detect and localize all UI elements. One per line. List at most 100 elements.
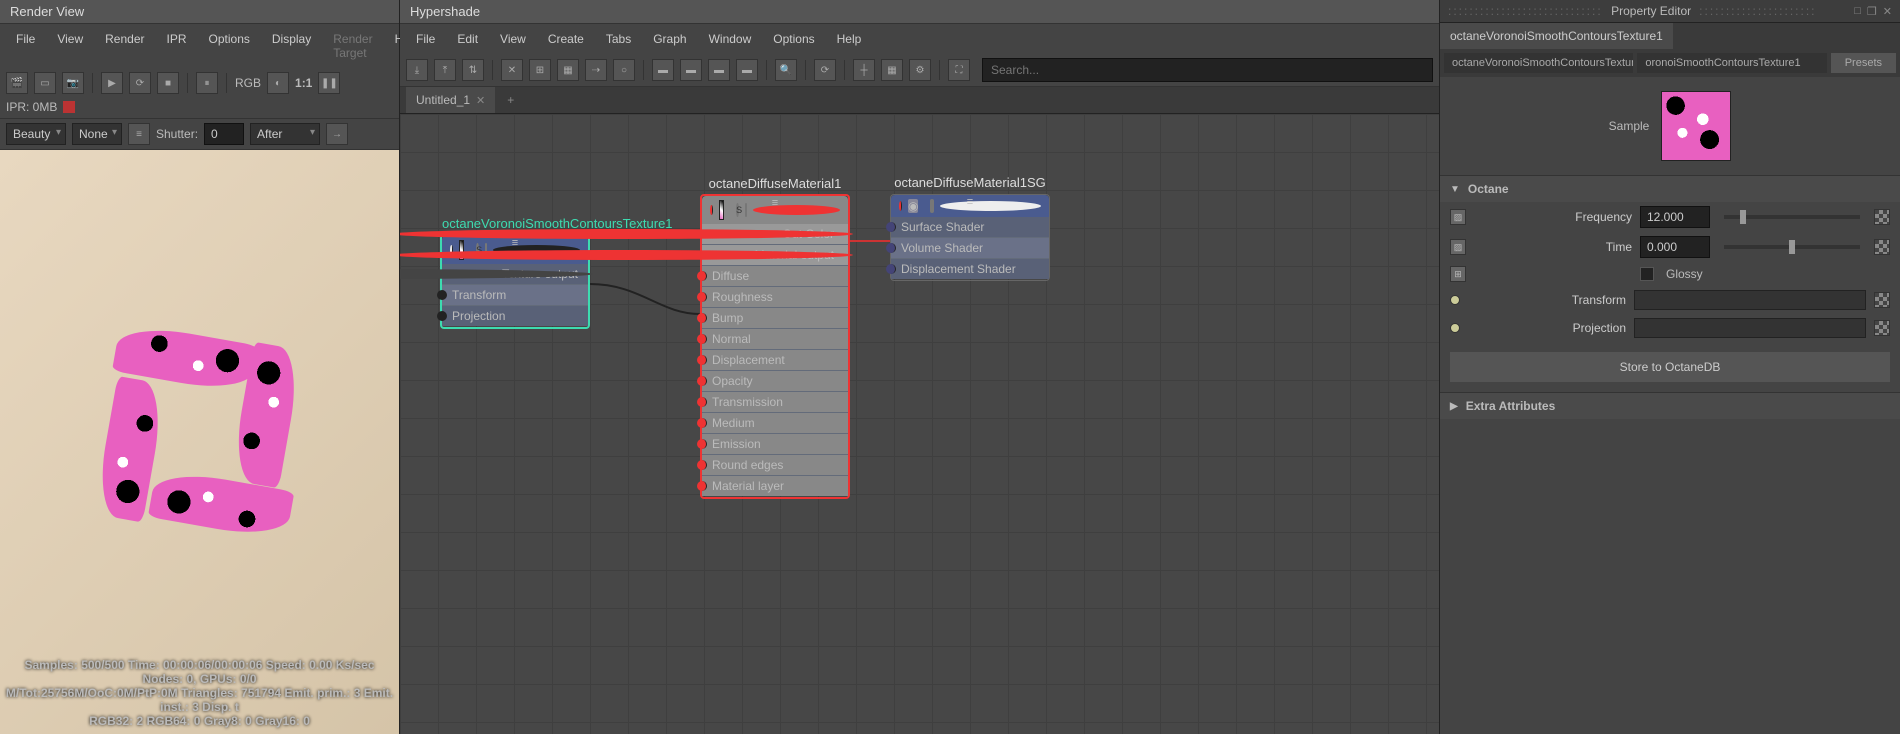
refresh-icon[interactable]: ⟳ — [814, 59, 836, 81]
graph-in-icon[interactable]: ⤓ — [406, 59, 428, 81]
output-port[interactable] — [400, 229, 853, 239]
maximize-icon[interactable]: □ — [1854, 5, 1861, 18]
hs-menu-create[interactable]: Create — [538, 28, 594, 50]
pause-icon[interactable]: ❚❚ — [318, 72, 340, 94]
map-button-icon[interactable] — [1874, 320, 1890, 336]
solo-4-icon[interactable]: ▬ — [736, 59, 758, 81]
connected-icon[interactable] — [1450, 295, 1460, 305]
zoom-icon[interactable]: 🔍 — [775, 59, 797, 81]
menu-render[interactable]: Render — [95, 28, 154, 64]
node-input-row[interactable]: Medium — [702, 413, 848, 433]
input-port[interactable] — [697, 418, 707, 428]
input-port[interactable] — [886, 264, 896, 274]
ipr-start-icon[interactable]: ▶ — [101, 72, 123, 94]
exposure-icon[interactable]: ◐ — [267, 72, 289, 94]
pass-dropdown[interactable]: Beauty — [6, 123, 66, 145]
solo-3-icon[interactable]: ▬ — [708, 59, 730, 81]
node-material-header[interactable] — [702, 196, 848, 224]
close-tab-icon[interactable]: ✕ — [476, 94, 485, 107]
time-input[interactable]: 0.000 — [1640, 236, 1710, 258]
output-port[interactable] — [400, 250, 853, 260]
node-shading-group[interactable]: octaneDiffuseMaterial1SG ◉ Surface Shade… — [890, 194, 1050, 281]
frequency-slider[interactable] — [1724, 215, 1860, 219]
node-output-row[interactable]: Material output — [702, 245, 848, 265]
frame-icon[interactable]: ▭ — [34, 72, 56, 94]
hs-menu-edit[interactable]: Edit — [447, 28, 488, 50]
expand-icon[interactable]: ⛶ — [948, 59, 970, 81]
after-dropdown[interactable]: After — [250, 123, 320, 145]
node-input-row[interactable]: Transmission — [702, 392, 848, 412]
add-tab-button[interactable]: + — [497, 87, 524, 113]
node-graph[interactable]: octaneVoronoiSmoothContoursTexture1 Text… — [400, 114, 1439, 734]
hs-menu-file[interactable]: File — [406, 28, 445, 50]
frequency-input[interactable]: 12.000 — [1640, 206, 1710, 228]
arrow-right-icon[interactable]: → — [326, 123, 348, 145]
menu-ipr[interactable]: IPR — [157, 28, 197, 64]
input-port[interactable] — [697, 460, 707, 470]
input-port[interactable] — [697, 334, 707, 344]
node-input-row[interactable]: Transform — [442, 285, 588, 305]
input-port[interactable] — [697, 355, 707, 365]
ipr-stop-icon[interactable]: ■ — [157, 72, 179, 94]
node-material[interactable]: octaneDiffuseMaterial1 Out Color Materia… — [700, 194, 850, 499]
map-button-icon[interactable] — [1874, 239, 1890, 255]
transform-input[interactable] — [1634, 290, 1866, 310]
drag-handle-icon[interactable]: ::::::::::::::::::::::::::::::::::::::::… — [1448, 4, 1603, 18]
input-port[interactable] — [886, 243, 896, 253]
store-to-octanedb-button[interactable]: Store to OctaneDB — [1450, 352, 1890, 382]
menu-view[interactable]: View — [47, 28, 93, 64]
map-button-icon[interactable] — [1874, 292, 1890, 308]
gear-icon[interactable]: ⚙ — [909, 59, 931, 81]
node-input-row[interactable]: Material layer — [702, 476, 848, 496]
node-input-row[interactable]: Diffuse — [702, 266, 848, 286]
ipr-pause-icon[interactable]: ⏸ — [196, 72, 218, 94]
layer-dropdown[interactable]: None — [72, 123, 122, 145]
solo-1-icon[interactable]: ▬ — [652, 59, 674, 81]
input-port[interactable] — [697, 439, 707, 449]
clear-icon[interactable]: ✕ — [501, 59, 523, 81]
node-input-row[interactable]: Emission — [702, 434, 848, 454]
sample-swatch[interactable] — [1661, 91, 1731, 161]
graph-out-icon[interactable]: ⤒ — [434, 59, 456, 81]
snapshot-icon[interactable]: 📷 — [62, 72, 84, 94]
list-icon[interactable]: ≡ — [128, 123, 150, 145]
render-viewport[interactable]: Samples: 500/500 Time: 00:00:06/00:00:06… — [0, 150, 399, 734]
input-port[interactable] — [697, 292, 707, 302]
hs-menu-window[interactable]: Window — [699, 28, 762, 50]
node-input-row[interactable]: Normal — [702, 329, 848, 349]
grid-icon[interactable]: ▦ — [881, 59, 903, 81]
restore-icon[interactable]: ❐ — [1867, 5, 1877, 18]
layout-icon[interactable]: ▦ — [557, 59, 579, 81]
projection-input[interactable] — [1634, 318, 1866, 338]
graph-both-icon[interactable]: ⇅ — [462, 59, 484, 81]
input-port[interactable] — [697, 481, 707, 491]
connected-icon[interactable] — [1450, 323, 1460, 333]
node-input-row[interactable]: Displacement — [702, 350, 848, 370]
input-port[interactable] — [437, 311, 447, 321]
hs-menu-graph[interactable]: Graph — [643, 28, 696, 50]
menu-icon[interactable] — [930, 199, 933, 213]
node-input-row[interactable]: Surface Shader — [891, 217, 1049, 237]
node-input-row[interactable]: Projection — [442, 306, 588, 326]
presets-button[interactable]: Presets — [1831, 53, 1896, 73]
node-input-row[interactable]: Bump — [702, 308, 848, 328]
hs-menu-view[interactable]: View — [490, 28, 536, 50]
rearrange-icon[interactable]: ⊞ — [529, 59, 551, 81]
time-slider[interactable] — [1724, 245, 1860, 249]
node-input-row[interactable]: Displacement Shader — [891, 259, 1049, 279]
input-port[interactable] — [697, 376, 707, 386]
graph-tab[interactable]: Untitled_1 ✕ — [406, 87, 495, 113]
drag-handle-icon[interactable]: :::::::::::::::::::::: — [1699, 4, 1854, 18]
section-octane-header[interactable]: ▼ Octane — [1440, 176, 1900, 202]
snap-icon[interactable]: ┼ — [853, 59, 875, 81]
shutter-input[interactable]: 0 — [204, 123, 244, 145]
ipr-refresh-icon[interactable]: ⟳ — [129, 72, 151, 94]
section-extra-header[interactable]: ▶ Extra Attributes — [1440, 393, 1900, 419]
input-port[interactable] — [886, 222, 896, 232]
plus-icon[interactable]: ⊞ — [1450, 266, 1466, 282]
texture-type-icon[interactable]: ▨ — [1450, 209, 1466, 225]
solo-2-icon[interactable]: ▬ — [680, 59, 702, 81]
node-output-row[interactable]: Texture output — [442, 264, 588, 284]
input-port[interactable] — [437, 290, 447, 300]
node-input-row[interactable]: Opacity — [702, 371, 848, 391]
